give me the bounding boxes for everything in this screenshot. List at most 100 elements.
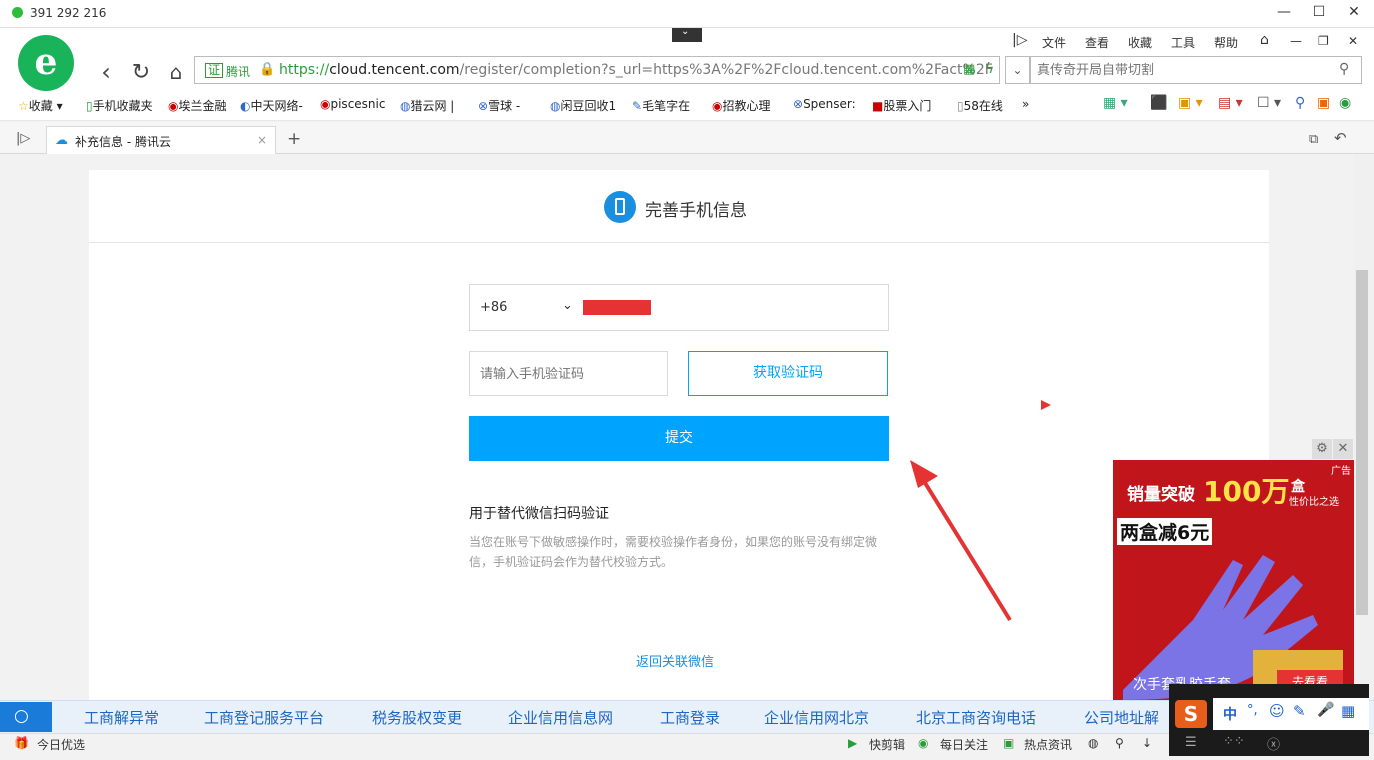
clip-icon: ▶ <box>848 736 858 750</box>
home-button[interactable]: ⌂ <box>162 60 190 84</box>
submit-button[interactable]: 提交 <box>469 416 889 461</box>
bookmark-item[interactable]: ⊗雪球 - <box>478 97 520 114</box>
menu-help[interactable]: 帮助 <box>1214 34 1238 51</box>
keyboard-icon[interactable]: ☰ <box>1185 735 1197 750</box>
search-input[interactable] <box>1037 61 1327 79</box>
menu-view[interactable]: 查看 <box>1085 34 1109 51</box>
bookmark-favorites[interactable]: ☆收藏 ▾ <box>18 97 63 114</box>
toolbox-icon[interactable]: ▦ <box>1341 702 1355 720</box>
bottom-link[interactable]: 工商登记服务平台 <box>204 707 324 728</box>
status-item[interactable]: 热点资讯 <box>1024 736 1072 753</box>
status-item[interactable]: 每日关注 <box>940 736 988 753</box>
bookmark-item[interactable]: ◉piscesnic <box>320 97 385 111</box>
mini-close-button[interactable]: ✕ <box>1348 34 1358 48</box>
mini-minimize-button[interactable]: — <box>1290 34 1302 48</box>
speed-icon[interactable]: ϟ <box>985 61 994 77</box>
bookmark-item[interactable]: ◍闲豆回收1 <box>550 97 616 114</box>
voice-icon[interactable]: 🎤 <box>1317 702 1334 718</box>
bottom-link[interactable]: 企业信用信息网 <box>508 707 613 728</box>
ad-popup[interactable]: 广告 销量突破 100万 盒 性价比之选 两盒减6元 去看看 次手套乳胶手套 <box>1113 460 1354 700</box>
maximize-button[interactable]: ☐ <box>1305 4 1333 20</box>
screenshot-icon[interactable]: ▣ ▾ <box>1178 95 1203 111</box>
page-title: 完善手机信息 <box>645 201 747 221</box>
bottom-link[interactable]: 工商解异常 <box>84 707 159 728</box>
bottom-link[interactable]: 北京工商咨询电话 <box>916 707 1036 728</box>
country-code[interactable]: +86 <box>480 300 507 315</box>
menu-tools[interactable]: 工具 <box>1171 34 1195 51</box>
bookmark-item[interactable]: ■股票入门 <box>872 97 931 114</box>
bookmark-item[interactable]: ▯58在线 <box>957 97 1003 114</box>
back-to-wechat-link[interactable]: 返回关联微信 <box>636 651 714 670</box>
skin-icon[interactable]: ⌂ <box>1260 32 1269 48</box>
address-bar[interactable]: 证 腾讯 🔒 https://cloud.tencent.com/registe… <box>194 56 1000 84</box>
menu-favorites[interactable]: 收藏 <box>1128 34 1152 51</box>
url-text[interactable]: https://cloud.tencent.com/register/compl… <box>279 62 993 78</box>
sogou-logo-icon[interactable]: S <box>1175 700 1207 728</box>
new-tab-button[interactable]: + <box>287 129 301 149</box>
translate-icon[interactable]: ▤ ▾ <box>1218 95 1243 111</box>
tab-list-icon[interactable]: ⧉ <box>1309 132 1318 147</box>
bottom-link[interactable]: 公司地址解 <box>1084 707 1159 728</box>
zoom-icon[interactable]: ⚲ <box>1295 95 1305 111</box>
sidebar-toggle[interactable]: |▷ <box>1012 32 1027 48</box>
sidebar-toggle-icon[interactable]: |▷ <box>16 131 30 146</box>
bottom-link[interactable]: 企业信用网北京 <box>764 707 869 728</box>
speed-status-icon[interactable]: ◍ <box>1088 736 1098 750</box>
bookmark-item[interactable]: ⊗Spenser: <box>793 97 856 111</box>
ad-close-icon[interactable]: ✕ <box>1333 439 1353 459</box>
tv-icon[interactable]: ▣ <box>1317 95 1330 111</box>
grid-icon[interactable]: ⁘⁘ <box>1223 734 1245 749</box>
pin-icon[interactable]: ⚲ <box>1115 736 1124 750</box>
ime-mode-chinese[interactable]: 中 <box>1223 704 1237 724</box>
collapse-toggle[interactable]: ⌄ <box>672 26 702 42</box>
ime-toolbar: S 中 °, ☺ ✎ 🎤 ▦ ☰ ⁘⁘ ⓧ <box>1169 684 1369 756</box>
phone-icon <box>604 191 636 223</box>
ime-punct-icon[interactable]: °, <box>1247 703 1258 718</box>
bookmark-item[interactable]: ◐中天网络- <box>240 97 303 114</box>
ad-label: 广告 <box>1331 466 1351 477</box>
arrow-shaft <box>920 476 1012 622</box>
extension-icon[interactable]: ⬛ <box>1150 95 1167 111</box>
bookmark-item[interactable]: ◉埃兰金融 <box>168 97 227 114</box>
search-icon[interactable]: ⚲ <box>1339 61 1349 77</box>
handwrite-icon[interactable]: ✎ <box>1293 702 1306 720</box>
search-box[interactable]: ⚲ <box>1030 56 1362 84</box>
download-icon[interactable]: ↓ <box>1142 736 1152 750</box>
back-button[interactable]: ‹ <box>92 58 120 86</box>
browser-logo[interactable]: e <box>18 35 74 91</box>
tab-close-icon[interactable]: × <box>257 133 267 147</box>
bookmark-item[interactable]: ◍猎云网 | <box>400 97 454 114</box>
chat-icon[interactable]: ◉ <box>1339 95 1351 111</box>
refresh-button[interactable]: ↻ <box>127 60 155 85</box>
close-button[interactable]: ✕ <box>1340 4 1368 20</box>
code-field[interactable] <box>469 351 668 396</box>
status-today[interactable]: 今日优选 <box>37 736 85 753</box>
bottom-link[interactable]: 税务股权变更 <box>372 707 462 728</box>
ime-close-icon[interactable]: ⓧ <box>1267 734 1280 753</box>
mini-restore-button[interactable]: ❐ <box>1318 34 1329 48</box>
ad-settings-icon[interactable]: ⚙ <box>1312 439 1332 459</box>
emoji-icon[interactable]: ☺ <box>1269 702 1285 720</box>
bookmark-item[interactable]: ✎毛笔字在 <box>632 97 690 114</box>
game-icon[interactable]: ☐ ▾ <box>1257 95 1281 111</box>
get-code-button[interactable]: 获取验证码 <box>688 351 888 396</box>
tab-active[interactable]: ☁ 补充信息 - 腾讯云 × <box>46 126 276 154</box>
url-dropdown-button[interactable]: ⌄ <box>1005 56 1030 84</box>
bookmark-item[interactable]: ◉招教心理 <box>712 97 771 114</box>
status-item[interactable]: 快剪辑 <box>869 736 905 753</box>
menu-file[interactable]: 文件 <box>1042 34 1066 51</box>
minimize-button[interactable]: — <box>1270 4 1298 20</box>
verified-badge: 证 <box>205 63 224 78</box>
apps-icon[interactable]: ▦ ▾ <box>1103 95 1128 111</box>
undo-close-icon[interactable]: ↶ <box>1334 129 1347 147</box>
qr-code-icon[interactable]: ▦ <box>963 62 975 77</box>
phone-field[interactable]: +86 ⌄ <box>469 284 889 331</box>
verification-code-input[interactable] <box>480 365 660 383</box>
bookmarks-more-icon[interactable]: » <box>1022 97 1029 111</box>
form-card: 完善手机信息 +86 ⌄ 获取验证码 提交 用于替代微信扫码验证 当您在账号下做… <box>89 170 1269 700</box>
chevron-down-icon[interactable]: ⌄ <box>562 298 573 313</box>
bottom-link[interactable]: 工商登录 <box>660 707 720 728</box>
status-bar <box>0 733 1374 760</box>
scrollbar-thumb[interactable] <box>1356 270 1368 615</box>
bookmark-item[interactable]: ▯手机收藏夹 <box>86 97 153 114</box>
